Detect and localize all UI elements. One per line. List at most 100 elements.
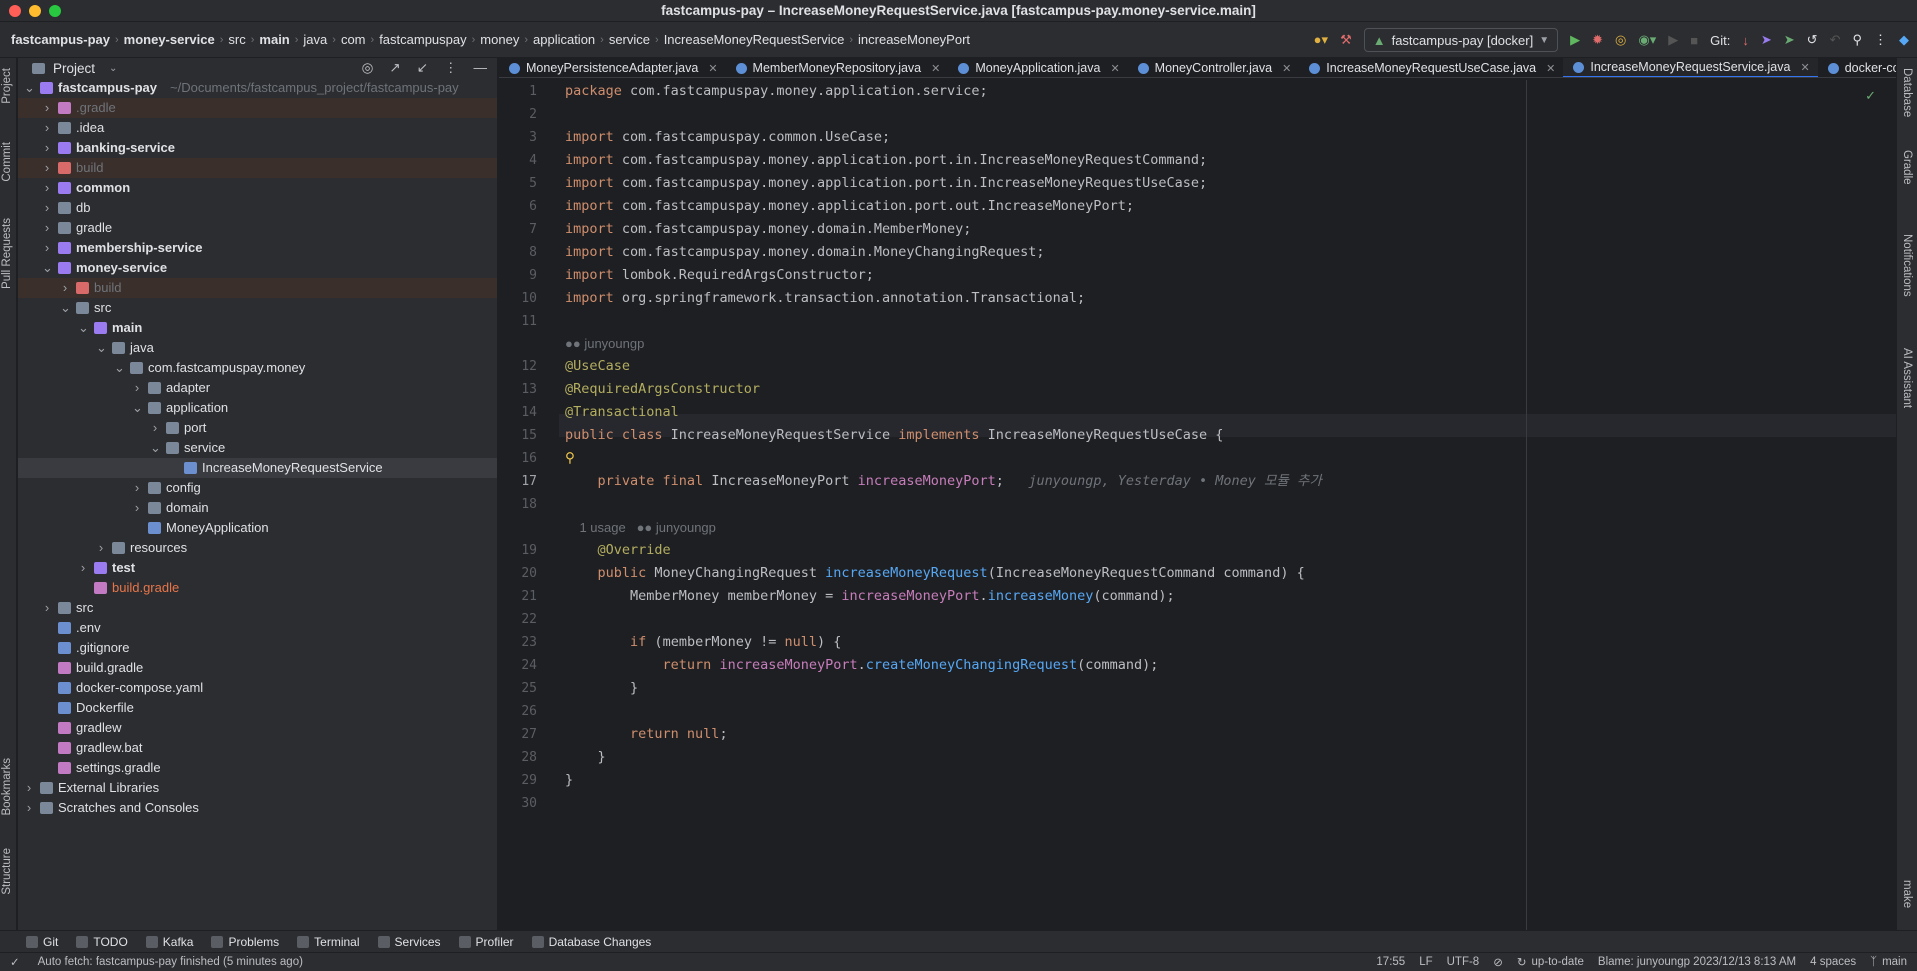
tree-item[interactable]: build.gradle: [18, 658, 497, 678]
options-icon[interactable]: ⋮: [444, 60, 458, 76]
tree-item[interactable]: › common: [18, 178, 497, 198]
tree-item[interactable]: ⌄ service: [18, 438, 497, 458]
ai-assistant-tool-tab[interactable]: AI Assistant: [1901, 348, 1913, 408]
breadcrumb-item[interactable]: fastcampus-pay: [8, 32, 113, 47]
tool-window-button[interactable]: Kafka: [145, 935, 193, 949]
lightbulb-icon[interactable]: ⚲: [565, 447, 575, 470]
author-inlay-hint[interactable]: ●● junyoungp: [565, 332, 644, 355]
tree-item[interactable]: › banking-service: [18, 138, 497, 158]
code-view[interactable]: package com.fastcampuspay.money.applicat…: [565, 80, 1896, 930]
tree-item[interactable]: › config: [18, 478, 497, 498]
tree-item[interactable]: .env: [18, 618, 497, 638]
chevron-right-icon[interactable]: ›: [132, 378, 142, 398]
chevron-down-icon[interactable]: ⌄: [114, 358, 125, 378]
chevron-down-icon[interactable]: ⌄: [42, 258, 53, 278]
debug-icon[interactable]: ✹: [1592, 32, 1603, 48]
zoom-window-button[interactable]: [49, 5, 61, 17]
structure-tool-tab[interactable]: Structure: [1, 848, 13, 895]
git-history-icon[interactable]: ↺: [1807, 32, 1818, 48]
breadcrumb-item[interactable]: money: [477, 32, 522, 47]
chevron-right-icon[interactable]: ›: [132, 498, 142, 518]
rerun-icon[interactable]: ▶: [1668, 32, 1678, 48]
editor-tab[interactable]: IncreaseMoneyRequestUseCase.java ✕: [1299, 58, 1563, 77]
chevron-down-icon[interactable]: ⌄: [109, 63, 117, 74]
user-icon[interactable]: ●▾: [1314, 32, 1328, 48]
editor-tab[interactable]: MoneyPersistenceAdapter.java ✕: [499, 58, 726, 77]
editor-tab[interactable]: MemberMoneyRepository.java ✕: [726, 58, 949, 77]
chevron-right-icon[interactable]: ›: [132, 478, 142, 498]
git-commit-icon[interactable]: ➤: [1761, 32, 1772, 48]
tree-item[interactable]: Dockerfile: [18, 698, 497, 718]
tree-item[interactable]: › membership-service: [18, 238, 497, 258]
close-tab-icon[interactable]: ✕: [1110, 62, 1119, 75]
chevron-right-icon[interactable]: ›: [96, 538, 106, 558]
tree-item[interactable]: ⌄ money-service: [18, 258, 497, 278]
chevron-right-icon[interactable]: ›: [42, 138, 52, 158]
tool-window-button[interactable]: Terminal: [297, 935, 360, 949]
tree-item[interactable]: › build: [18, 278, 497, 298]
tree-item[interactable]: › db: [18, 198, 497, 218]
usage-inlay-hint[interactable]: 1 usage ●● junyoungp: [565, 516, 715, 539]
minimize-window-button[interactable]: [29, 5, 41, 17]
gradle-tool-tab[interactable]: Gradle: [1901, 150, 1913, 185]
blame-info[interactable]: Blame: junyoungp 2023/12/13 8:13 AM: [1598, 956, 1796, 968]
make-tool-tab[interactable]: make: [1901, 880, 1913, 908]
checkmark-icon[interactable]: ✓: [1865, 88, 1876, 104]
tree-item[interactable]: ⌄ src: [18, 298, 497, 318]
git-branch[interactable]: ᛉ main: [1870, 956, 1907, 968]
expand-all-icon[interactable]: ↗: [389, 60, 400, 76]
chevron-right-icon[interactable]: ›: [42, 238, 52, 258]
editor-tab[interactable]: MoneyApplication.java ✕: [948, 58, 1127, 77]
tree-item[interactable]: ⌄ fastcampus-pay ~/Documents/fastcampus_pr…: [18, 78, 497, 98]
breadcrumb-item[interactable]: money-service: [121, 32, 218, 47]
coverage-icon[interactable]: ◎: [1615, 32, 1626, 48]
chevron-right-icon[interactable]: ›: [42, 118, 52, 138]
tree-item[interactable]: › build: [18, 158, 497, 178]
tree-item[interactable]: .gitignore: [18, 638, 497, 658]
tool-window-button[interactable]: TODO: [76, 935, 128, 949]
breadcrumb-item[interactable]: increaseMoneyPort: [855, 32, 973, 47]
tree-item[interactable]: › adapter: [18, 378, 497, 398]
breadcrumb-item[interactable]: service: [606, 32, 653, 47]
hide-icon[interactable]: —: [474, 60, 488, 76]
line-separator[interactable]: LF: [1419, 956, 1432, 968]
git-update-icon[interactable]: ↓: [1742, 33, 1749, 48]
tree-item[interactable]: › .idea: [18, 118, 497, 138]
ide-logo-icon[interactable]: ◆: [1899, 32, 1909, 48]
chevron-right-icon[interactable]: ›: [78, 558, 88, 578]
chevron-down-icon[interactable]: ⌄: [60, 298, 71, 318]
tree-item[interactable]: IncreaseMoneyRequestService: [18, 458, 497, 478]
close-tab-icon[interactable]: ✕: [931, 62, 940, 75]
tree-item[interactable]: MoneyApplication: [18, 518, 497, 538]
tree-item[interactable]: ⌄ application: [18, 398, 497, 418]
commit-tool-tab[interactable]: Commit: [1, 142, 13, 182]
collapse-all-icon[interactable]: ↙: [417, 60, 428, 76]
chevron-right-icon[interactable]: ›: [150, 418, 160, 438]
file-encoding[interactable]: UTF-8: [1447, 956, 1480, 968]
project-tool-tab[interactable]: Project: [1, 68, 13, 104]
status-message[interactable]: Auto fetch: fastcampus-pay finished (5 m…: [38, 956, 303, 968]
tree-item[interactable]: › External Libraries: [18, 778, 497, 798]
bookmarks-tool-tab[interactable]: Bookmarks: [1, 758, 13, 816]
chevron-down-icon[interactable]: ⌄: [132, 398, 143, 418]
tree-item[interactable]: › gradle: [18, 218, 497, 238]
tree-item[interactable]: › test: [18, 558, 497, 578]
close-tab-icon[interactable]: ✕: [708, 62, 717, 75]
tree-item[interactable]: settings.gradle: [18, 758, 497, 778]
notifications-tool-tab[interactable]: Notifications: [1901, 234, 1913, 297]
chevron-right-icon[interactable]: ›: [42, 158, 52, 178]
chevron-down-icon[interactable]: ⌄: [150, 438, 161, 458]
chevron-right-icon[interactable]: ›: [42, 98, 52, 118]
chevron-right-icon[interactable]: ›: [42, 198, 52, 218]
tree-item[interactable]: › port: [18, 418, 497, 438]
chevron-down-icon[interactable]: ⌄: [78, 318, 89, 338]
close-tab-icon[interactable]: ✕: [1546, 62, 1555, 75]
breadcrumb-item[interactable]: java: [300, 32, 330, 47]
chevron-down-icon[interactable]: ⌄: [96, 338, 107, 358]
breadcrumb-item[interactable]: application: [530, 32, 598, 47]
indent-setting[interactable]: 4 spaces: [1810, 956, 1856, 968]
run-configuration-select[interactable]: ▲ fastcampus-pay [docker] ▼: [1363, 28, 1559, 52]
tree-item[interactable]: › .gradle: [18, 98, 497, 118]
close-tab-icon[interactable]: ✕: [1800, 61, 1809, 74]
breadcrumb-item[interactable]: main: [256, 32, 292, 47]
